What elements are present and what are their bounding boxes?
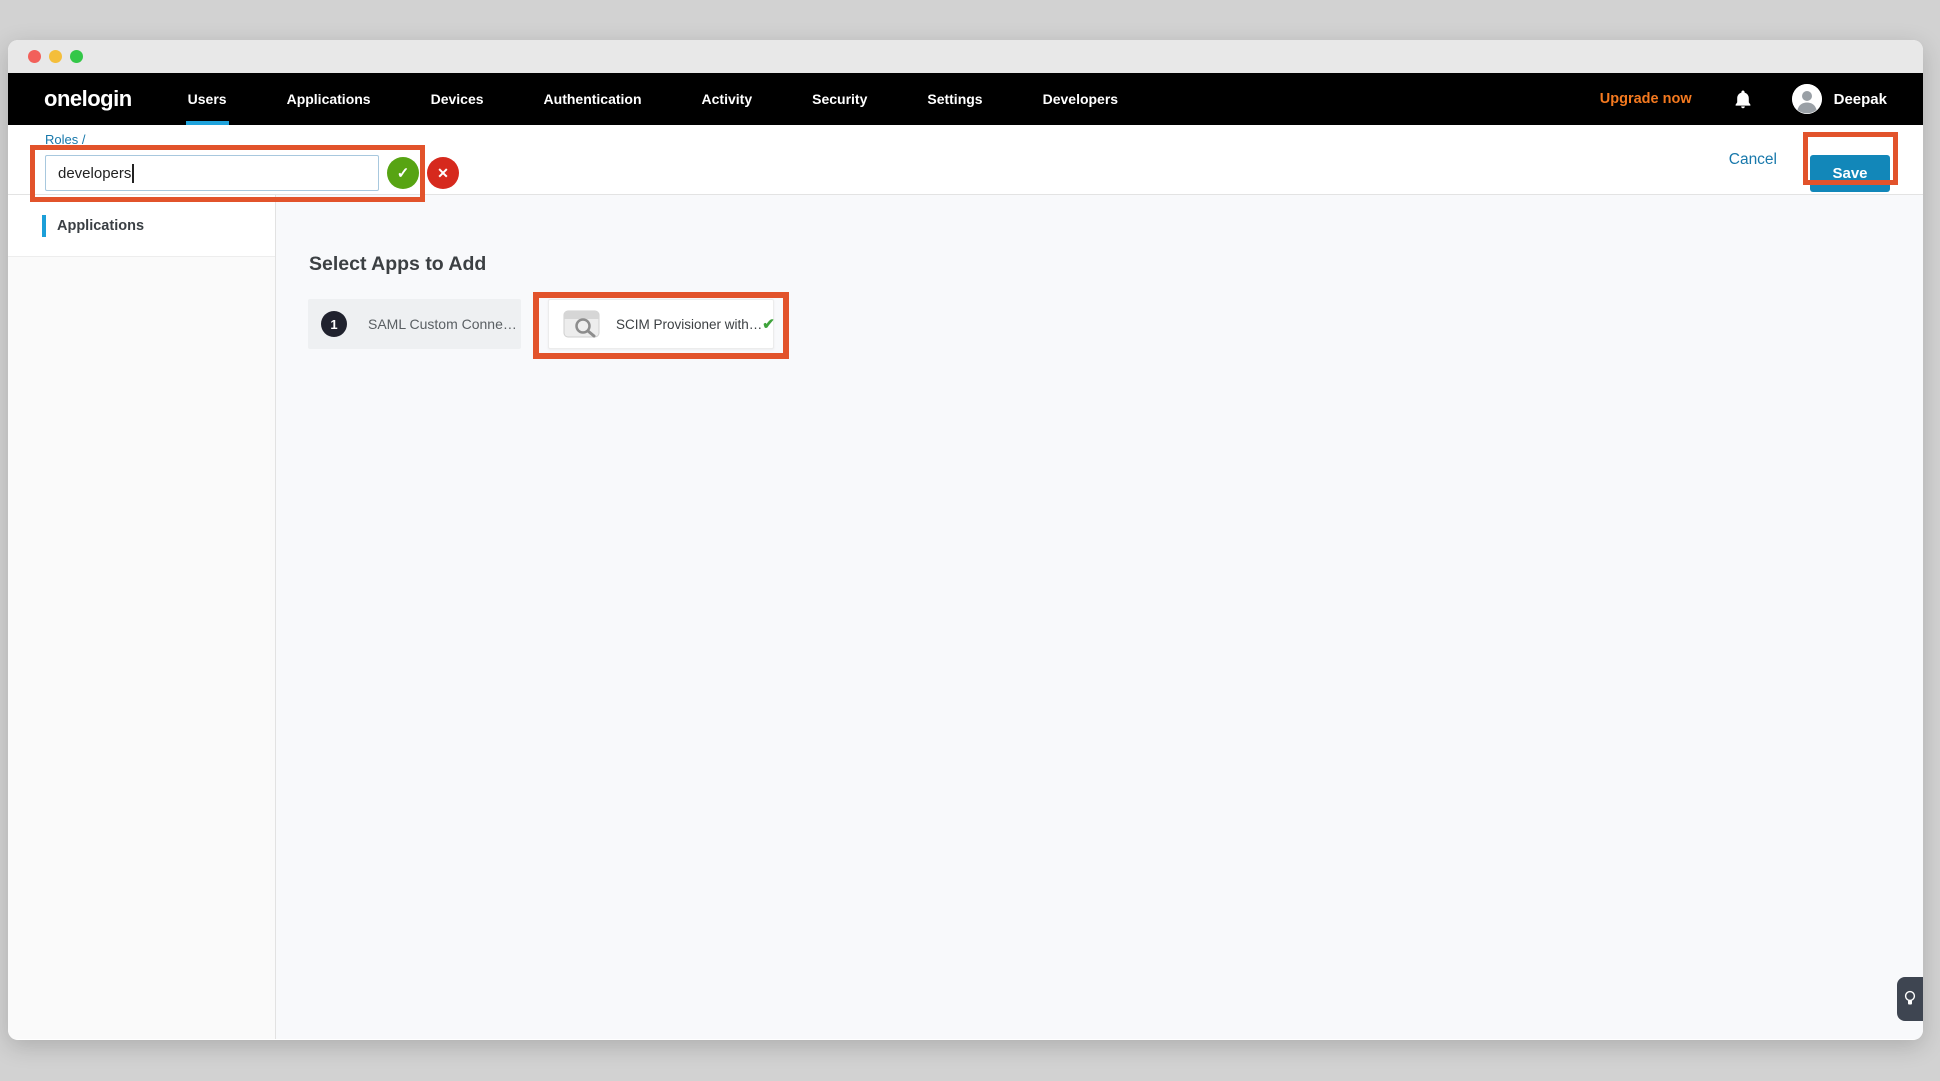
nav-item-developers[interactable]: Developers bbox=[1041, 73, 1120, 125]
lightbulb-icon bbox=[1904, 990, 1916, 1008]
nav-item-authentication[interactable]: Authentication bbox=[542, 73, 644, 125]
active-item-indicator bbox=[42, 215, 46, 237]
app-count-badge: 1 bbox=[321, 311, 347, 337]
main-content: Select Apps to Add 1 SAML Custom Conne… bbox=[276, 195, 1923, 1039]
cancel-link[interactable]: Cancel bbox=[1729, 151, 1777, 169]
app-name: SAML Custom Conne… bbox=[368, 316, 517, 332]
minimize-window-button[interactable] bbox=[49, 50, 62, 63]
sidebar: Applications bbox=[8, 195, 276, 1039]
sidebar-item-label: Applications bbox=[57, 218, 144, 234]
confirm-rename-button[interactable]: ✓ bbox=[387, 157, 419, 189]
top-navbar: onelogin Users Applications Devices Auth… bbox=[8, 73, 1923, 125]
nav-item-devices[interactable]: Devices bbox=[429, 73, 486, 125]
scim-app-icon bbox=[563, 310, 600, 338]
sidebar-item-applications[interactable]: Applications bbox=[8, 195, 275, 257]
role-edit-header: Roles / developers ✓ ✕ Cancel Save bbox=[8, 125, 1923, 195]
close-window-button[interactable] bbox=[28, 50, 41, 63]
notifications-bell-icon[interactable] bbox=[1734, 89, 1752, 109]
breadcrumb[interactable]: Roles / bbox=[45, 132, 85, 147]
window-titlebar bbox=[8, 40, 1923, 73]
nav-item-users[interactable]: Users bbox=[186, 73, 229, 125]
role-name-value: developers bbox=[58, 165, 131, 182]
x-icon: ✕ bbox=[437, 165, 449, 182]
app-name: SCIM Provisioner with… bbox=[616, 317, 762, 332]
nav-item-applications[interactable]: Applications bbox=[285, 73, 373, 125]
zoom-window-button[interactable] bbox=[70, 50, 83, 63]
onelogin-logo[interactable]: onelogin bbox=[44, 86, 132, 112]
page-title: Select Apps to Add bbox=[309, 253, 486, 276]
role-name-input[interactable]: developers bbox=[45, 155, 379, 191]
user-name[interactable]: Deepak bbox=[1834, 91, 1887, 108]
check-icon: ✓ bbox=[397, 164, 410, 182]
nav-item-security[interactable]: Security bbox=[810, 73, 869, 125]
browser-window: onelogin Users Applications Devices Auth… bbox=[8, 40, 1923, 1040]
nav-item-activity[interactable]: Activity bbox=[700, 73, 755, 125]
text-caret bbox=[132, 164, 134, 183]
selected-check-icon: ✔ bbox=[762, 315, 775, 333]
app-card-scim[interactable]: SCIM Provisioner with… ✔ bbox=[548, 299, 774, 349]
cancel-rename-button[interactable]: ✕ bbox=[427, 157, 459, 189]
nav-item-settings[interactable]: Settings bbox=[925, 73, 984, 125]
main-nav: Users Applications Devices Authenticatio… bbox=[186, 73, 1176, 125]
app-card-saml[interactable]: 1 SAML Custom Conne… bbox=[308, 299, 521, 349]
save-button[interactable]: Save bbox=[1810, 155, 1890, 192]
user-avatar[interactable] bbox=[1792, 84, 1822, 114]
upgrade-now-link[interactable]: Upgrade now bbox=[1600, 91, 1692, 107]
app-cards-row: 1 SAML Custom Conne… SCIM Provisioner wi… bbox=[308, 299, 774, 349]
help-lightbulb-tab[interactable] bbox=[1897, 977, 1923, 1021]
